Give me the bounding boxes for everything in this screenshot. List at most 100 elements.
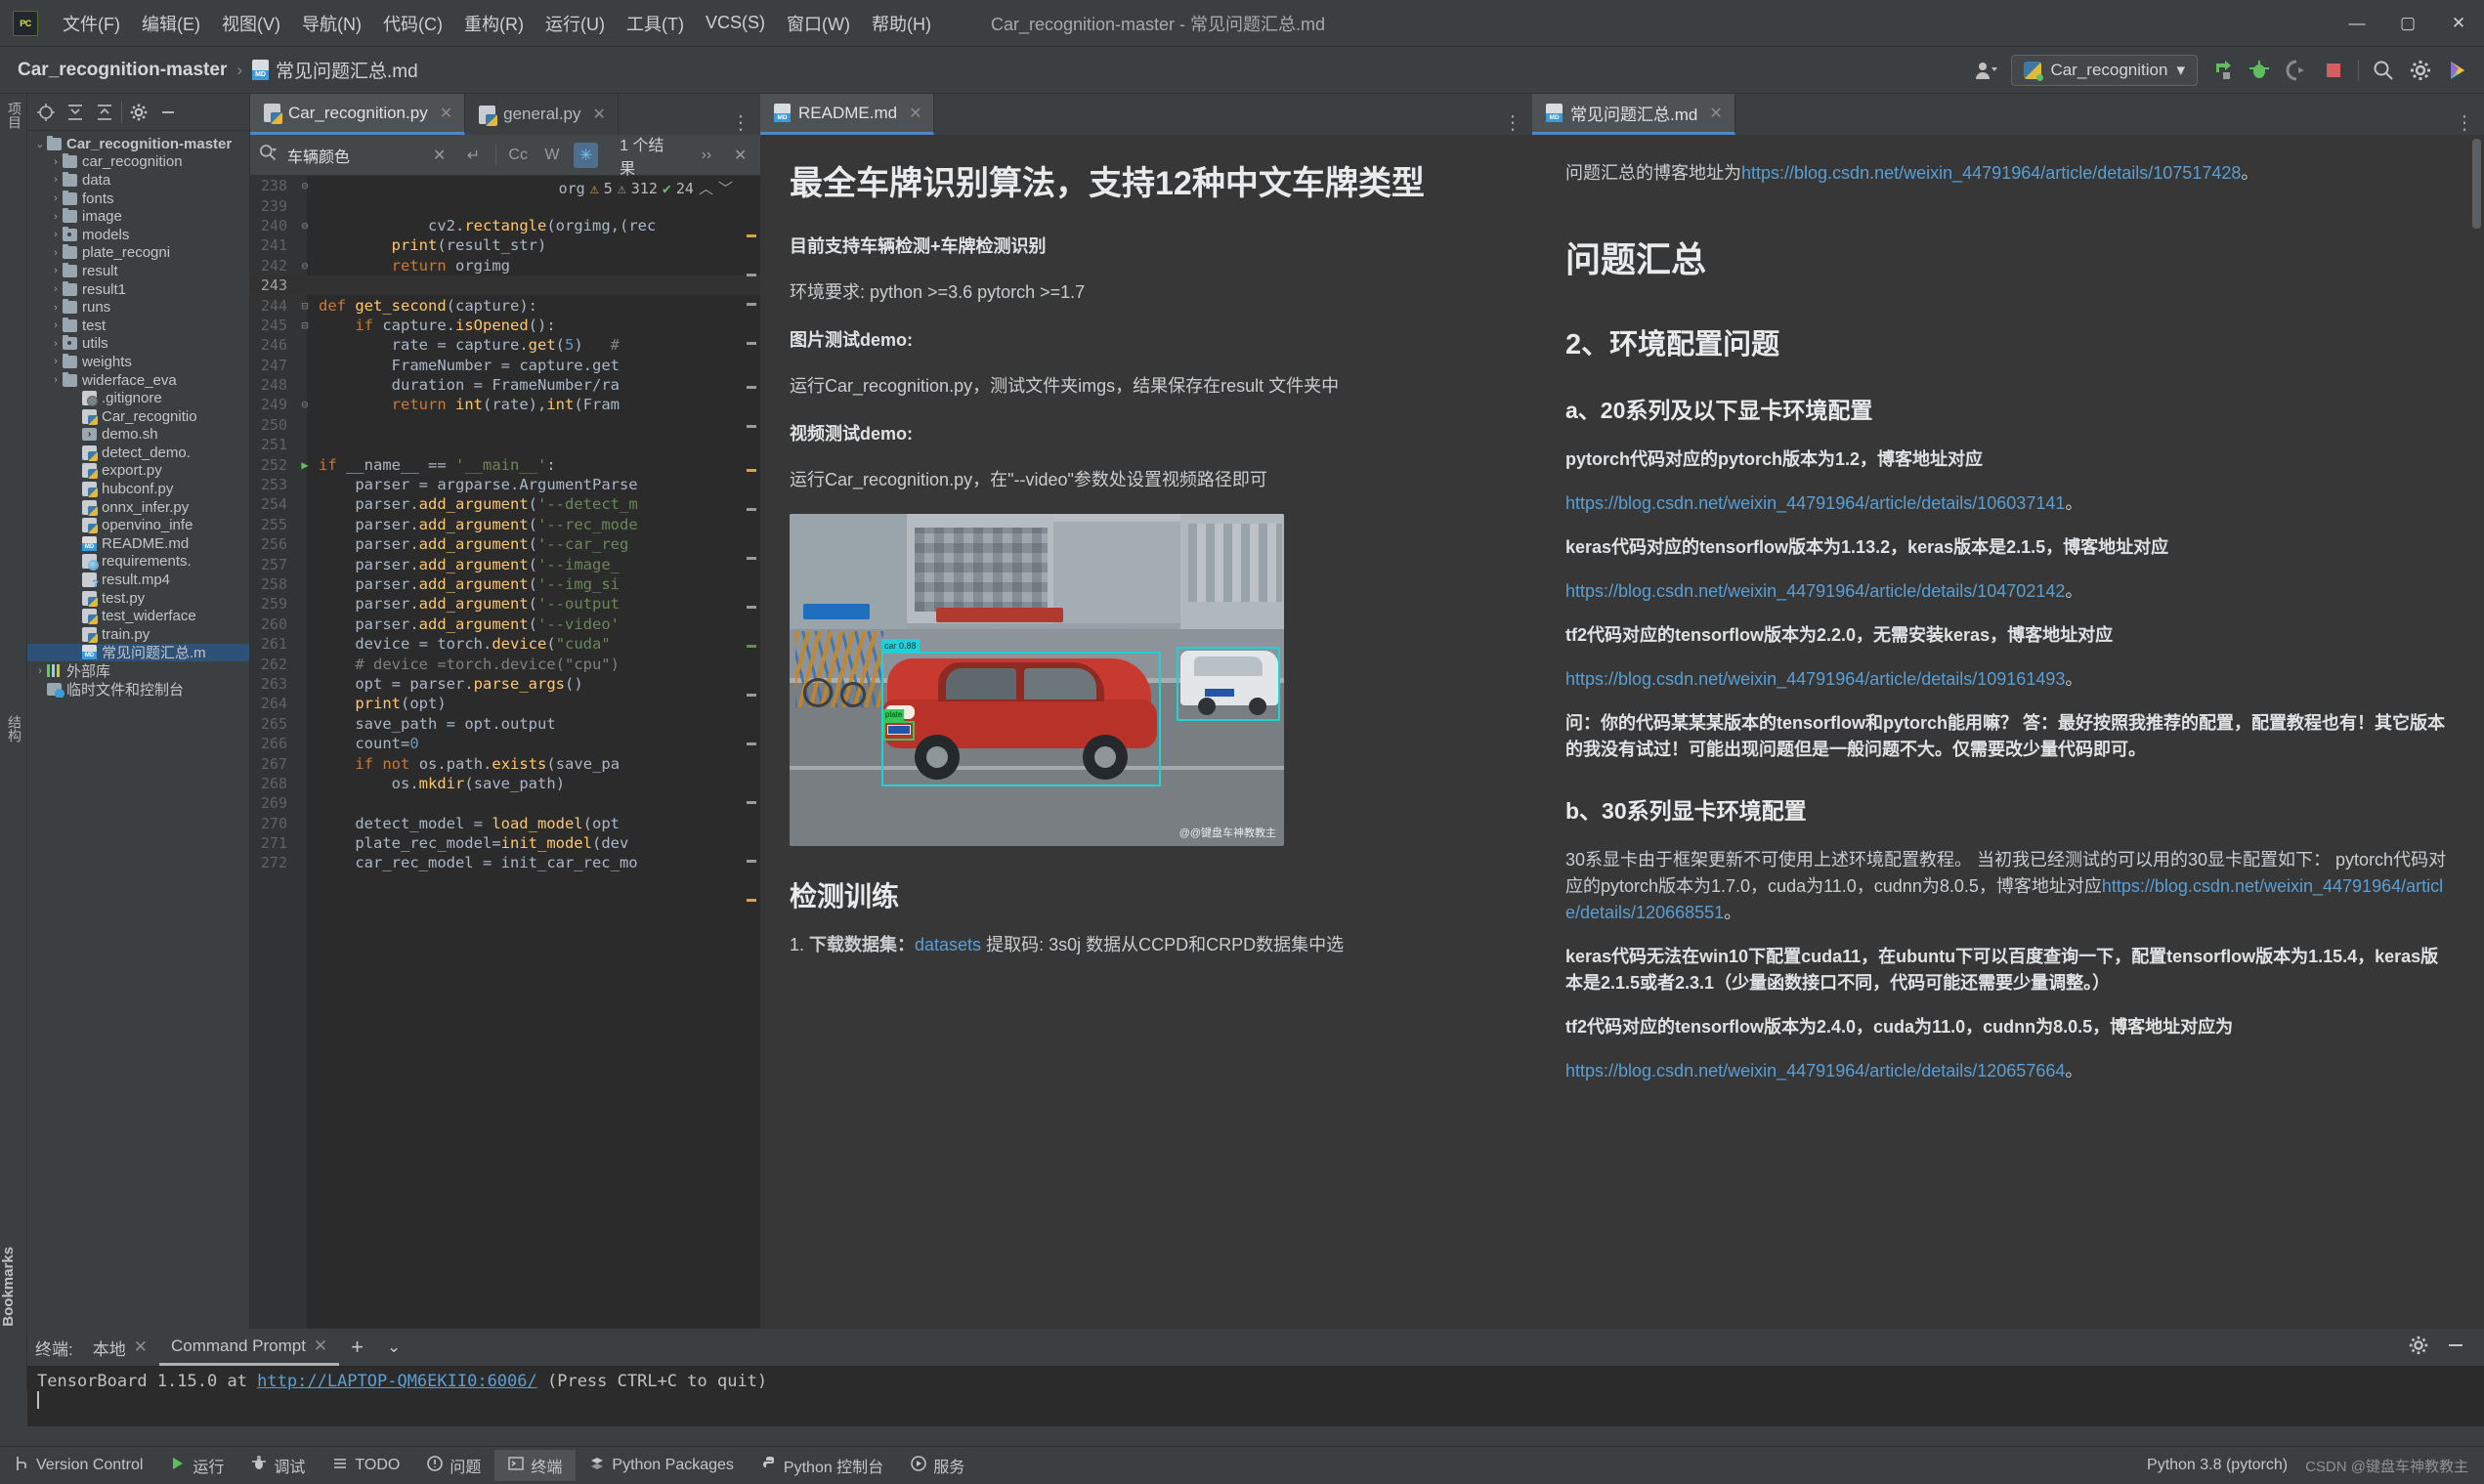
code-line[interactable]: 252 ▶ if __name__ == '__main__': bbox=[250, 454, 760, 474]
code-line[interactable]: 242 ⊖ return orgimg bbox=[250, 256, 760, 276]
tool-window-project-label[interactable]: 项目 bbox=[5, 102, 24, 129]
tree-item[interactable]: › runs bbox=[27, 298, 249, 317]
tab-general-py[interactable]: general.py ✕ bbox=[465, 94, 619, 135]
tree-item[interactable]: › widerface_eva bbox=[27, 371, 249, 390]
tab-faq-md[interactable]: 常见问题汇总.md ✕ bbox=[1532, 94, 1735, 135]
tree-item[interactable]: › data bbox=[27, 171, 249, 190]
terminal-tab-local[interactable]: 本地 ✕ bbox=[81, 1329, 159, 1366]
stop-icon[interactable] bbox=[2321, 58, 2346, 83]
terminal-settings-gear-icon[interactable] bbox=[2408, 1335, 2429, 1361]
chevron-right-icon[interactable]: › bbox=[49, 174, 63, 186]
code-line[interactable]: 268 os.mkdir(save_path) bbox=[250, 774, 760, 793]
code-line[interactable]: 264 print(opt) bbox=[250, 694, 760, 713]
fold-gutter-icon[interactable]: ⊖ bbox=[293, 179, 317, 192]
tree-item[interactable]: ›test.py bbox=[27, 589, 249, 608]
faq-link-3[interactable]: https://blog.csdn.net/weixin_44791964/ar… bbox=[1565, 669, 2065, 689]
tool-window-bookmarks-label[interactable]: Bookmarks bbox=[0, 1247, 27, 1327]
faq-tab-overflow[interactable]: ⋮ bbox=[2455, 110, 2484, 135]
tree-item[interactable]: ›test_widerface bbox=[27, 607, 249, 625]
menu-item-view[interactable]: 视图(V) bbox=[211, 7, 291, 40]
faq-link-5[interactable]: https://blog.csdn.net/weixin_44791964/ar… bbox=[1565, 1061, 2065, 1081]
menu-item-tools[interactable]: 工具(T) bbox=[616, 7, 695, 40]
tool-window-structure-label[interactable]: 结构 bbox=[5, 715, 24, 742]
code-line[interactable]: 254 parser.add_argument('--detect_m bbox=[250, 494, 760, 514]
breadcrumb-file[interactable]: 常见问题汇总.md bbox=[252, 57, 418, 83]
clear-search-icon[interactable]: ✕ bbox=[427, 143, 451, 168]
code-line[interactable]: 258 parser.add_argument('--img_si bbox=[250, 574, 760, 594]
status-item-services[interactable]: 服务 bbox=[897, 1450, 978, 1481]
user-avatar-icon[interactable] bbox=[1974, 58, 1999, 83]
more-options-icon[interactable]: ⋮ bbox=[731, 110, 750, 135]
faq-link-2[interactable]: https://blog.csdn.net/weixin_44791964/ar… bbox=[1565, 581, 2065, 601]
close-icon[interactable]: ✕ bbox=[1709, 104, 1722, 123]
faq-scrollbar[interactable] bbox=[2472, 139, 2481, 229]
chevron-right-icon[interactable]: › bbox=[49, 283, 63, 295]
editor-tab-overflow[interactable]: ⋮ bbox=[731, 110, 760, 135]
python-interpreter-label[interactable]: Python 3.8 (pytorch) bbox=[2147, 1457, 2288, 1474]
run-gutter-icon[interactable]: ▶ bbox=[293, 458, 317, 472]
tree-item[interactable]: › 外部库 bbox=[27, 661, 249, 680]
code-line[interactable]: 263 opt = parser.parse_args() bbox=[250, 674, 760, 694]
tree-item[interactable]: ›detect_demo. bbox=[27, 444, 249, 462]
code-line[interactable]: 239 bbox=[250, 195, 760, 215]
search-icon[interactable] bbox=[2371, 58, 2396, 83]
menu-item-run[interactable]: 运行(U) bbox=[535, 7, 616, 40]
code-line[interactable]: 265 save_path = opt.output bbox=[250, 714, 760, 734]
readme-tab-overflow[interactable]: ⋮ bbox=[1503, 110, 1532, 135]
faq-link-1[interactable]: https://blog.csdn.net/weixin_44791964/ar… bbox=[1565, 493, 2065, 513]
tree-item[interactable]: ›.gitignore bbox=[27, 389, 249, 407]
close-find-icon[interactable]: ✕ bbox=[728, 143, 752, 168]
locate-file-icon[interactable] bbox=[33, 100, 59, 125]
tree-item[interactable]: ›Car_recognitio bbox=[27, 407, 249, 426]
tree-item[interactable]: › car_recognition bbox=[27, 153, 249, 172]
ai-assistant-icon[interactable] bbox=[2445, 58, 2470, 83]
hide-tool-window-icon[interactable] bbox=[155, 100, 181, 125]
regex-toggle[interactable]: ✳ bbox=[574, 142, 599, 168]
chevron-right-icon[interactable]: › bbox=[49, 265, 63, 276]
code-line[interactable]: 257 parser.add_argument('--image_ bbox=[250, 554, 760, 573]
datasets-link[interactable]: datasets bbox=[915, 935, 981, 954]
menu-item-edit[interactable]: 编辑(E) bbox=[131, 7, 211, 40]
debug-icon[interactable] bbox=[2247, 58, 2272, 83]
code-line[interactable]: 253 parser = argparse.ArgumentParse bbox=[250, 475, 760, 494]
inspection-widget[interactable]: org ⚠ 5 ⚠ 312 ✔ 24 ︿ ﹀ bbox=[552, 178, 733, 198]
search-history-icon[interactable]: ↵ bbox=[461, 143, 486, 168]
code-line[interactable]: 247 FrameNumber = capture.get bbox=[250, 356, 760, 375]
tree-item[interactable]: › image bbox=[27, 207, 249, 226]
fold-gutter-icon[interactable]: ⊟ bbox=[293, 299, 317, 313]
fold-gutter-icon[interactable]: ⊖ bbox=[293, 259, 317, 273]
whole-words-toggle[interactable]: W bbox=[540, 143, 565, 168]
tree-item[interactable]: › plate_recogni bbox=[27, 244, 249, 263]
chevron-right-icon[interactable]: › bbox=[49, 192, 63, 204]
expand-all-icon[interactable] bbox=[63, 100, 88, 125]
more-options-icon[interactable]: ⋮ bbox=[2455, 110, 2474, 135]
tree-item[interactable]: › fonts bbox=[27, 190, 249, 208]
terminal-minimize-icon[interactable] bbox=[2445, 1335, 2466, 1361]
code-line[interactable]: 244 ⊟ def get_second(capture): bbox=[250, 295, 760, 315]
fold-gutter-icon[interactable]: ⊟ bbox=[293, 318, 317, 332]
status-item-python-packages[interactable]: Python Packages bbox=[576, 1450, 748, 1481]
settings-gear-icon[interactable] bbox=[2408, 58, 2433, 83]
code-line[interactable]: 245 ⊟ if capture.isOpened(): bbox=[250, 316, 760, 335]
code-line[interactable]: 260 parser.add_argument('--video' bbox=[250, 615, 760, 634]
code-line[interactable]: 243 bbox=[250, 275, 760, 296]
tree-item[interactable]: ›train.py bbox=[27, 625, 249, 644]
chevron-right-icon[interactable]: › bbox=[49, 319, 63, 331]
terminal-dropdown-button[interactable]: ⌄ bbox=[375, 1329, 412, 1366]
tree-item[interactable]: › test bbox=[27, 317, 249, 335]
code-line[interactable]: 246 rate = capture.get(5) # bbox=[250, 335, 760, 355]
code-line[interactable]: 261 device = torch.device("cuda" bbox=[250, 634, 760, 654]
code-line[interactable]: 248 duration = FrameNumber/ra bbox=[250, 375, 760, 395]
chevron-right-icon[interactable]: › bbox=[49, 374, 63, 386]
project-settings-gear-icon[interactable] bbox=[126, 100, 151, 125]
close-icon[interactable]: ✕ bbox=[593, 105, 606, 124]
code-line[interactable]: 259 parser.add_argument('--output bbox=[250, 594, 760, 614]
tree-item[interactable]: ››demo.sh bbox=[27, 426, 249, 445]
menu-item-vcs[interactable]: VCS(S) bbox=[695, 9, 776, 37]
status-item-problems[interactable]: 问题 bbox=[413, 1450, 494, 1481]
more-options-icon[interactable]: ⋮ bbox=[1503, 110, 1522, 135]
status-item-python-console[interactable]: Python 控制台 bbox=[748, 1450, 897, 1481]
chevron-right-icon[interactable]: › bbox=[49, 211, 63, 223]
chevron-right-icon[interactable]: › bbox=[49, 229, 63, 240]
coverage-icon[interactable] bbox=[2284, 58, 2309, 83]
